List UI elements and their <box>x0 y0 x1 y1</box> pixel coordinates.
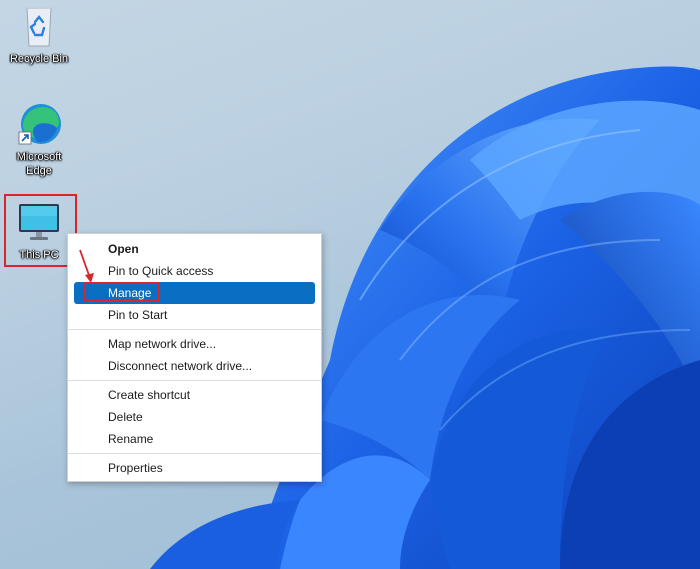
desktop-icon-label: This PC <box>19 249 59 261</box>
monitor-icon <box>19 204 59 240</box>
desktop-icon-label: Microsoft Edge <box>16 151 62 177</box>
menu-item-disconnect-network-drive[interactable]: Disconnect network drive... <box>74 355 315 377</box>
recycle-bin-icon <box>26 7 52 47</box>
menu-item-map-network-drive[interactable]: Map network drive... <box>74 333 315 355</box>
menu-item-open[interactable]: Open <box>74 238 315 260</box>
menu-separator <box>68 329 321 330</box>
menu-item-pin-to-quick-access[interactable]: Pin to Quick access <box>74 260 315 282</box>
menu-item-rename[interactable]: Rename <box>74 428 315 450</box>
menu-separator <box>68 453 321 454</box>
menu-item-create-shortcut[interactable]: Create shortcut <box>74 384 315 406</box>
menu-separator <box>68 380 321 381</box>
edge-icon <box>18 104 61 145</box>
desktop-icon-recycle-bin[interactable]: Recycle Bin <box>6 2 72 66</box>
desktop-icon-label: Recycle Bin <box>9 53 69 65</box>
desktop-icon-microsoft-edge[interactable]: Microsoft Edge <box>6 100 72 178</box>
context-menu: Open Pin to Quick access Manage Pin to S… <box>67 233 322 482</box>
menu-item-manage[interactable]: Manage <box>74 282 315 304</box>
menu-item-delete[interactable]: Delete <box>74 406 315 428</box>
menu-item-properties[interactable]: Properties <box>74 457 315 479</box>
menu-item-pin-to-start[interactable]: Pin to Start <box>74 304 315 326</box>
desktop-icon-this-pc[interactable]: This PC <box>6 198 72 262</box>
